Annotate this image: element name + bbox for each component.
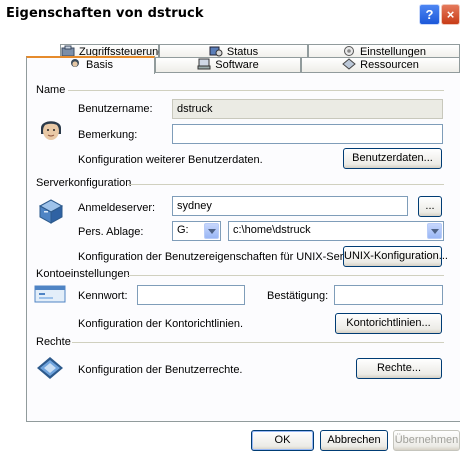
- section-title-account: Kontoeinstellungen: [36, 268, 130, 280]
- username-field: dstruck: [172, 99, 443, 119]
- personal-storage-label: Pers. Ablage:: [78, 226, 144, 238]
- tab-label: Basis: [86, 59, 113, 71]
- help-button[interactable]: ?: [419, 4, 440, 25]
- chevron-down-icon[interactable]: [427, 223, 442, 239]
- comment-label: Bemerkung:: [78, 129, 138, 141]
- password-field[interactable]: [137, 285, 245, 305]
- user-avatar-icon: [36, 114, 66, 144]
- settings-icon: [342, 45, 356, 57]
- rights-icon: [36, 356, 64, 380]
- window-title: Eigenschaften von dstruck: [6, 6, 204, 21]
- confirm-label: Bestätigung:: [267, 290, 329, 302]
- close-button[interactable]: ×: [441, 4, 460, 25]
- ok-button[interactable]: OK: [251, 430, 314, 451]
- unix-config-text: Konfiguration der Benutzereigenschaften …: [78, 251, 362, 263]
- separator: [128, 184, 444, 185]
- confirm-password-field[interactable]: [334, 285, 443, 305]
- unix-config-button[interactable]: UNIX-Konfiguration...: [343, 246, 448, 267]
- path-select[interactable]: c:\home\dstruck: [228, 221, 444, 241]
- userdata-config-text: Konfiguration weiterer Benutzerdaten.: [78, 154, 263, 166]
- logon-server-field[interactable]: sydney: [172, 196, 408, 216]
- title-bar: Eigenschaften von dstruck ? ×: [0, 0, 460, 28]
- logon-server-label: Anmeldeserver:: [78, 202, 156, 214]
- status-icon: [209, 45, 223, 57]
- separator: [68, 90, 444, 91]
- account-policy-text: Konfiguration der Kontorichtlinien.: [78, 318, 244, 330]
- section-title-name: Name: [36, 84, 66, 96]
- tab-label: Ressourcen: [360, 59, 419, 71]
- dialog-footer: [0, 422, 460, 452]
- apply-button[interactable]: Übernehmen: [393, 430, 460, 451]
- username-label: Benutzername:: [78, 103, 153, 115]
- rights-button[interactable]: Rechte...: [356, 358, 442, 379]
- cancel-button[interactable]: Abbrechen: [320, 430, 388, 451]
- password-icon: [34, 284, 66, 304]
- user-icon: [68, 58, 82, 70]
- browse-server-button[interactable]: ...: [418, 196, 442, 217]
- drive-select[interactable]: G:: [172, 221, 221, 241]
- section-title-server: Serverkonfiguration: [36, 177, 132, 189]
- account-policy-button[interactable]: Kontorichtlinien...: [335, 313, 442, 334]
- comment-field[interactable]: [172, 124, 443, 144]
- userdata-button[interactable]: Benutzerdaten...: [343, 148, 442, 169]
- drive-select-value: G:: [177, 224, 189, 236]
- chevron-down-icon[interactable]: [204, 223, 219, 239]
- tab-label: Software: [215, 59, 259, 71]
- section-title-rights: Rechte: [36, 336, 71, 348]
- path-select-value: c:\home\dstruck: [233, 224, 311, 236]
- separator: [72, 342, 444, 343]
- tab-basis[interactable]: Basis: [26, 56, 155, 74]
- server-icon: [36, 196, 66, 226]
- separator: [128, 275, 444, 276]
- software-icon: [197, 58, 211, 70]
- resources-icon: [342, 58, 356, 70]
- password-label: Kennwort:: [78, 290, 128, 302]
- rights-config-text: Konfiguration der Benutzerrechte.: [78, 364, 243, 376]
